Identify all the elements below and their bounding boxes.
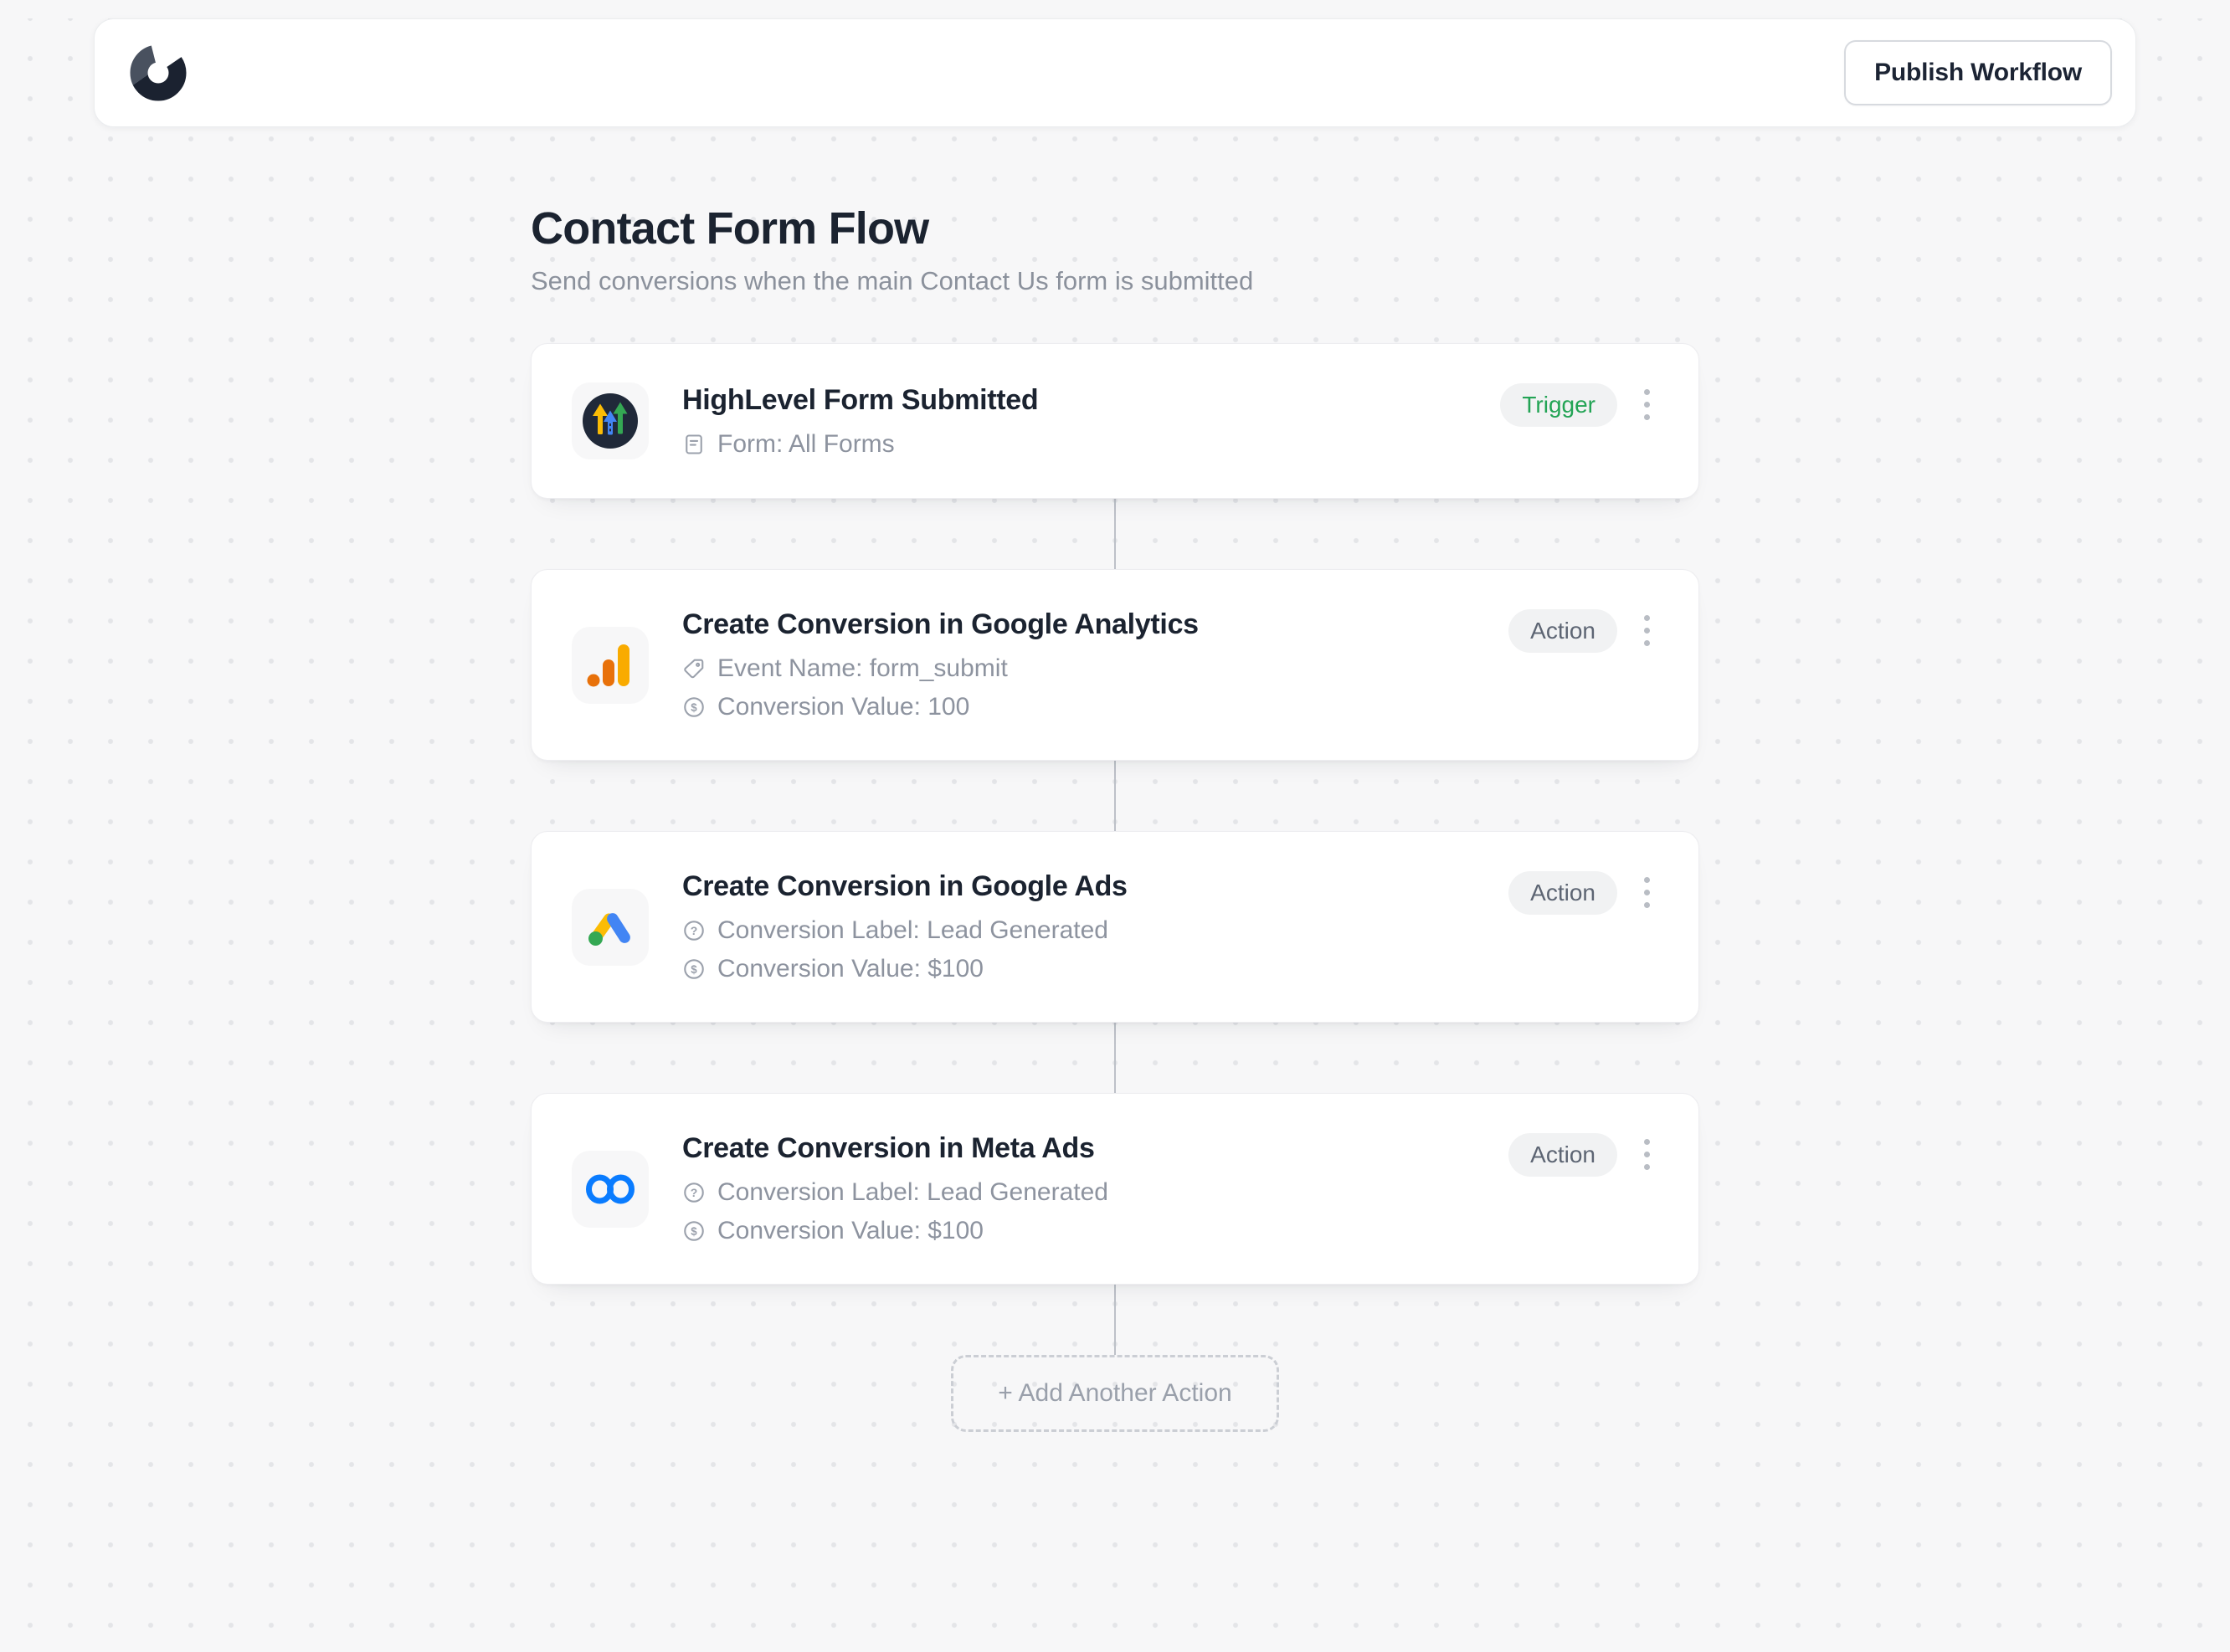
step-controls: Action	[1508, 608, 1658, 653]
step-detail-row: ? Conversion Label: Lead Generated	[682, 1178, 1108, 1207]
workflow-step-card-google-ads[interactable]: Create Conversion in Google Ads ? Conver…	[531, 831, 1699, 1023]
page-subtitle: Send conversions when the main Contact U…	[531, 266, 1699, 296]
action-badge: Action	[1508, 609, 1617, 653]
svg-text:$: $	[691, 1225, 697, 1238]
step-text: HighLevel Form Submitted Form: All Forms	[682, 384, 1038, 459]
workflow-builder-page: { "header": { "logo_icon": "c-logo-icon"…	[0, 18, 2230, 1652]
step-menu-button[interactable]	[1636, 608, 1658, 653]
step-detail-row: Event Name: form_submit	[682, 654, 1199, 683]
meta-icon	[572, 1151, 649, 1228]
step-detail-row: $ Conversion Value: $100	[682, 955, 1128, 983]
google-analytics-icon	[572, 627, 649, 704]
svg-text:?: ?	[691, 1186, 698, 1199]
page-title: Contact Form Flow	[531, 203, 1699, 254]
workflow-step-card-meta-ads[interactable]: Create Conversion in Meta Ads ? Conversi…	[531, 1093, 1699, 1285]
question-circle-icon: ?	[682, 1181, 706, 1204]
step-main: Create Conversion in Google Ads ? Conver…	[572, 870, 1508, 983]
highlevel-icon	[572, 382, 649, 459]
workflow-step-card-google-analytics[interactable]: Create Conversion in Google Analytics Ev…	[531, 569, 1699, 761]
workflow-flow: HighLevel Form Submitted Form: All Forms	[531, 343, 1699, 1432]
kebab-menu-icon	[1644, 389, 1650, 395]
step-title: Create Conversion in Google Ads	[682, 870, 1128, 903]
step-main: Create Conversion in Meta Ads ? Conversi…	[572, 1132, 1508, 1245]
step-text: Create Conversion in Google Analytics Ev…	[682, 608, 1199, 721]
step-menu-button[interactable]	[1636, 382, 1658, 427]
svg-text:?: ?	[691, 924, 698, 937]
step-text: Create Conversion in Meta Ads ? Conversi…	[682, 1132, 1108, 1245]
step-detail-text: Event Name: form_submit	[717, 654, 1008, 683]
dollar-circle-icon: $	[682, 695, 706, 719]
tag-icon	[682, 657, 706, 680]
step-text: Create Conversion in Google Ads ? Conver…	[682, 870, 1128, 983]
publish-workflow-button[interactable]: Publish Workflow	[1844, 40, 2112, 105]
app-logo	[126, 41, 190, 105]
dollar-circle-icon: $	[682, 1219, 706, 1243]
dollar-circle-icon: $	[682, 957, 706, 981]
step-title: HighLevel Form Submitted	[682, 384, 1038, 417]
step-detail-text: Conversion Value: $100	[717, 1217, 984, 1245]
svg-text:$: $	[691, 963, 697, 976]
step-menu-button[interactable]	[1636, 1132, 1658, 1177]
workflow-step-card-highlevel-trigger[interactable]: HighLevel Form Submitted Form: All Forms	[531, 343, 1699, 499]
step-menu-button[interactable]	[1636, 870, 1658, 915]
add-another-action-button[interactable]: + Add Another Action	[951, 1355, 1279, 1432]
step-detail-row: $ Conversion Value: $100	[682, 1217, 1108, 1245]
step-detail-row: ? Conversion Label: Lead Generated	[682, 916, 1128, 945]
form-icon	[682, 433, 706, 456]
step-main: HighLevel Form Submitted Form: All Forms	[572, 382, 1500, 459]
question-circle-icon: ?	[682, 919, 706, 942]
trigger-badge: Trigger	[1500, 383, 1617, 427]
action-badge: Action	[1508, 1133, 1617, 1177]
kebab-menu-icon	[1644, 1139, 1650, 1145]
step-detail-text: Form: All Forms	[717, 430, 895, 459]
step-controls: Trigger	[1500, 382, 1658, 427]
google-ads-icon	[572, 889, 649, 966]
step-detail-text: Conversion Label: Lead Generated	[717, 916, 1108, 945]
kebab-menu-icon	[1644, 615, 1650, 621]
workflow-canvas: Contact Form Flow Send conversions when …	[531, 203, 1699, 1432]
step-main: Create Conversion in Google Analytics Ev…	[572, 608, 1508, 721]
step-detail-text: Conversion Label: Lead Generated	[717, 1178, 1108, 1207]
kebab-menu-icon	[1644, 877, 1650, 883]
step-detail-text: Conversion Value: $100	[717, 955, 984, 983]
step-detail-row: $ Conversion Value: 100	[682, 693, 1199, 721]
step-detail-text: Conversion Value: 100	[717, 693, 969, 721]
c-logo-icon	[126, 41, 190, 105]
svg-text:$: $	[691, 701, 697, 714]
top-bar: Publish Workflow	[94, 18, 2136, 127]
step-controls: Action	[1508, 870, 1658, 915]
step-detail-row: Form: All Forms	[682, 430, 1038, 459]
step-title: Create Conversion in Google Analytics	[682, 608, 1199, 641]
action-badge: Action	[1508, 871, 1617, 915]
step-controls: Action	[1508, 1132, 1658, 1177]
step-title: Create Conversion in Meta Ads	[682, 1132, 1108, 1165]
